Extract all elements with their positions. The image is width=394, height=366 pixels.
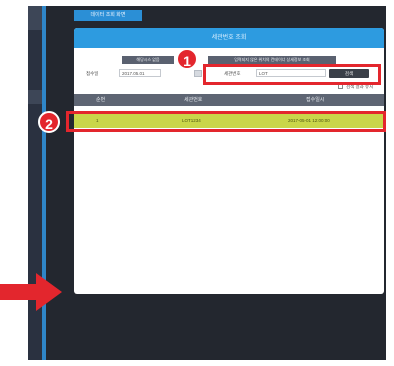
dialog-title: 세관번호 조회 bbox=[74, 28, 384, 48]
column-header: 접수일시 bbox=[306, 97, 325, 103]
column-header: 순번 bbox=[96, 97, 106, 103]
date-input[interactable]: 2017.05.01 bbox=[119, 69, 161, 77]
step-1-badge: 1 bbox=[176, 48, 198, 70]
highlight-search-area bbox=[203, 64, 381, 85]
pointer-arrow-icon bbox=[0, 273, 62, 311]
table-header: 순번 세관번호 접수일시 bbox=[74, 94, 384, 106]
subbar-notice: 해당시스 없음 bbox=[122, 56, 174, 64]
step-2-badge: 2 bbox=[38, 111, 60, 133]
calendar-icon[interactable] bbox=[194, 70, 202, 77]
top-tab[interactable]: 데이터 조회 화면 bbox=[74, 10, 142, 21]
date-label: 접수일 bbox=[86, 71, 99, 76]
highlight-result-row bbox=[66, 111, 386, 132]
column-header: 세관번호 bbox=[184, 97, 203, 103]
subbar-info: 입력되지 않은 위치의 컨테이너 상세정보 조회 bbox=[208, 56, 336, 64]
